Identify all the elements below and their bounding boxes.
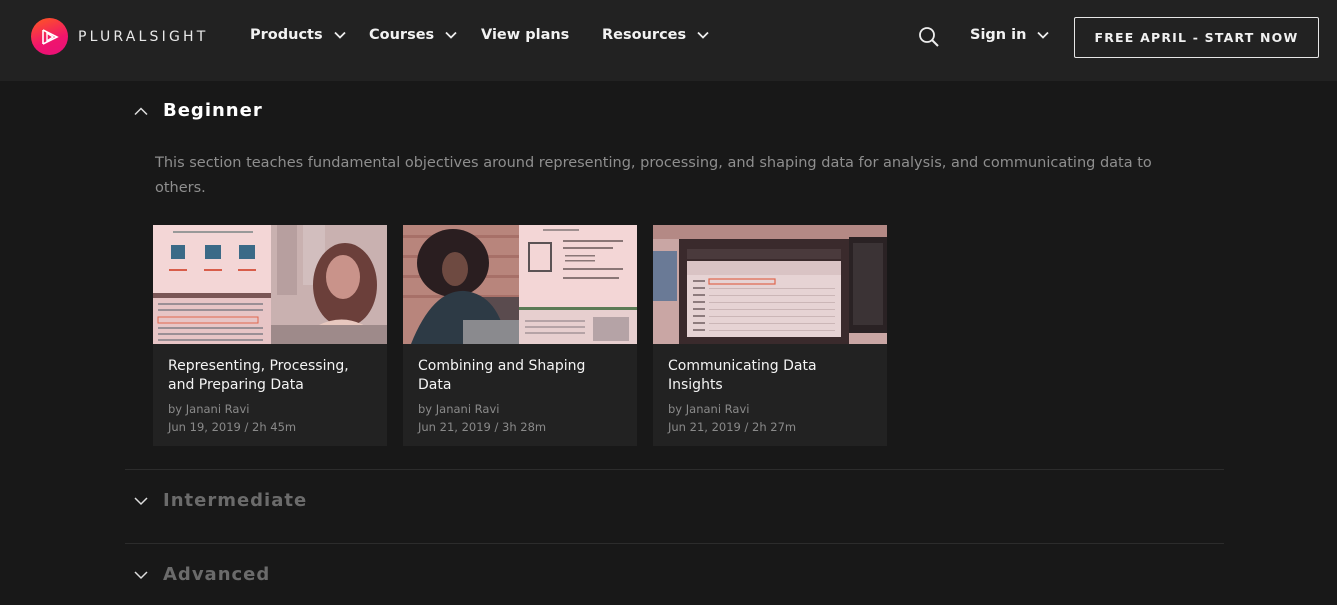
free-trial-button[interactable]: FREE APRIL - START NOW [1074, 17, 1319, 58]
chevron-down-icon [445, 31, 457, 39]
section-title: Advanced [163, 564, 270, 585]
pluralsight-logo[interactable]: PLURALSIGHT [31, 18, 208, 55]
course-meta: Jun 19, 2019 / 2h 45m [168, 418, 372, 436]
nav-products-label: Products [250, 27, 323, 43]
course-thumbnail [153, 225, 387, 344]
course-title[interactable]: Communicating Data Insights [668, 357, 872, 395]
course-card[interactable]: Communicating Data Insights by Janani Ra… [653, 225, 887, 446]
section-title: Beginner [163, 100, 263, 121]
section-intermediate-toggle[interactable]: Intermediate [133, 490, 307, 511]
course-meta: Jun 21, 2019 / 2h 27m [668, 418, 872, 436]
search-icon[interactable] [918, 26, 940, 48]
play-logo-icon [31, 18, 68, 55]
course-title[interactable]: Combining and Shaping Data [418, 357, 622, 395]
nav-courses[interactable]: Courses [369, 27, 457, 43]
section-divider [125, 543, 1224, 544]
nav-courses-label: Courses [369, 27, 434, 43]
sign-in-menu[interactable]: Sign in [970, 27, 1049, 43]
sign-in-label: Sign in [970, 27, 1026, 43]
section-title: Intermediate [163, 490, 307, 511]
chevron-down-icon [697, 31, 709, 39]
nav-products[interactable]: Products [250, 27, 346, 43]
course-thumbnail [653, 225, 887, 344]
section-divider [125, 469, 1224, 470]
course-title[interactable]: Representing, Processing, and Preparing … [168, 357, 372, 395]
section-description: This section teaches fundamental objecti… [155, 151, 1195, 201]
nav-view-plans-label: View plans [481, 27, 569, 43]
nav-resources[interactable]: Resources [602, 27, 709, 43]
course-card[interactable]: Combining and Shaping Data by Janani Rav… [403, 225, 637, 446]
course-card[interactable]: Representing, Processing, and Preparing … [153, 225, 387, 446]
chevron-down-icon [133, 570, 149, 580]
chevron-down-icon [334, 31, 346, 39]
site-header: PLURALSIGHT Products Courses View plans … [0, 0, 1337, 81]
course-author: by Janani Ravi [668, 400, 872, 418]
chevron-down-icon [1037, 31, 1049, 39]
nav-resources-label: Resources [602, 27, 686, 43]
course-author: by Janani Ravi [418, 400, 622, 418]
brand-name: PLURALSIGHT [78, 29, 208, 45]
course-author: by Janani Ravi [168, 400, 372, 418]
section-advanced-toggle[interactable]: Advanced [133, 564, 270, 585]
chevron-up-icon [133, 106, 149, 116]
section-beginner-toggle[interactable]: Beginner [133, 100, 263, 121]
nav-view-plans[interactable]: View plans [481, 27, 569, 43]
course-meta: Jun 21, 2019 / 3h 28m [418, 418, 622, 436]
course-thumbnail [403, 225, 637, 344]
chevron-down-icon [133, 496, 149, 506]
